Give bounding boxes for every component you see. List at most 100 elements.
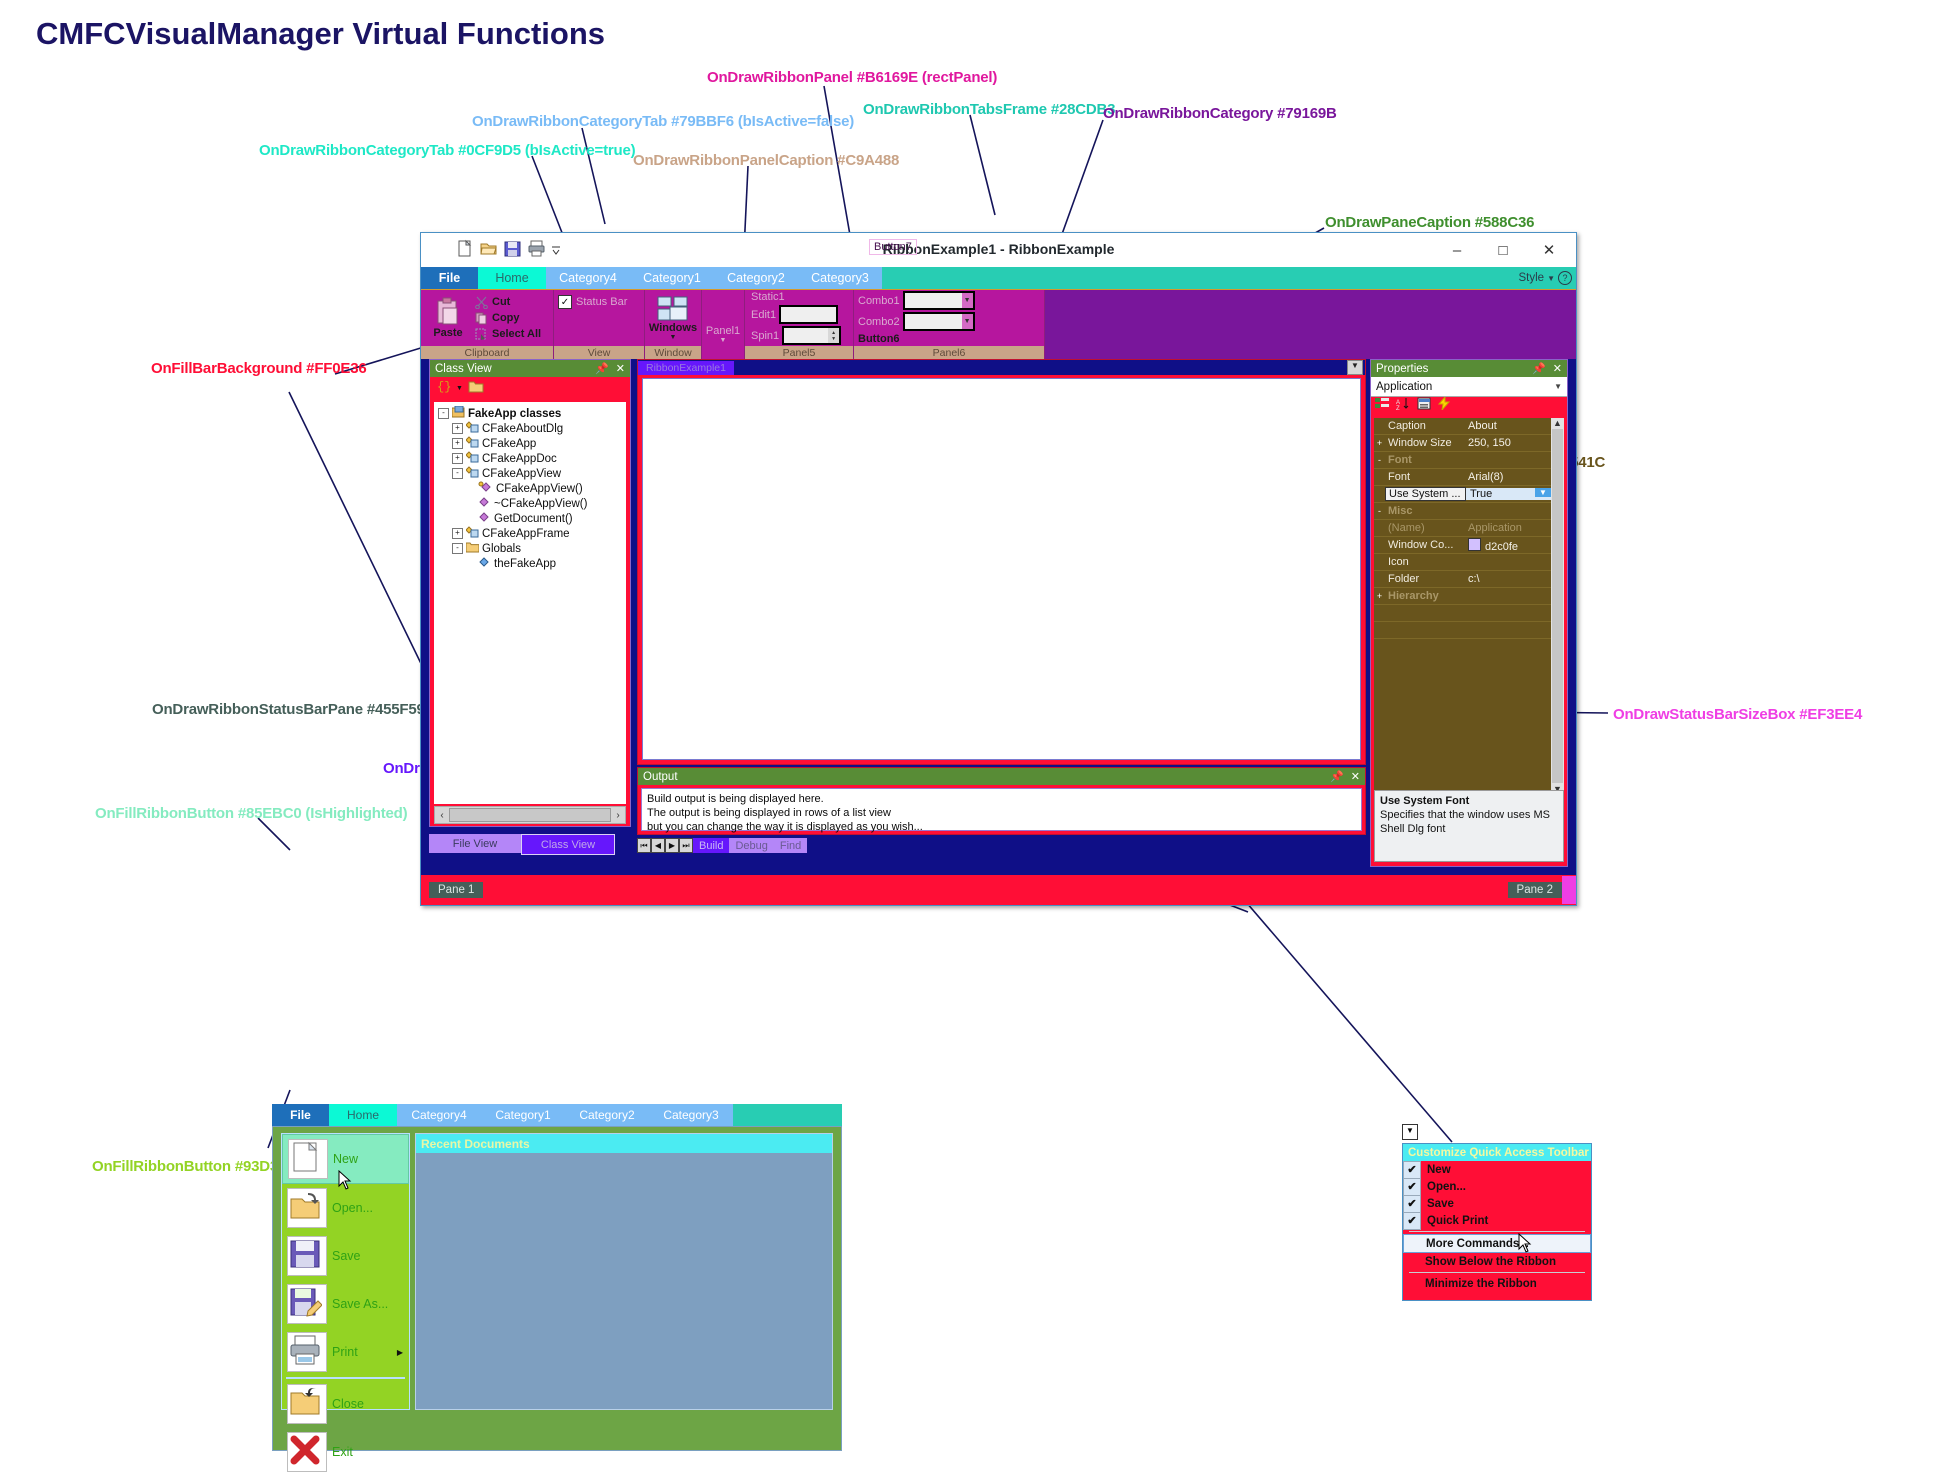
qat-check-item-open[interactable]: ✔ Open...	[1403, 1177, 1591, 1196]
fm-tab-category1[interactable]: Category1	[481, 1104, 565, 1126]
window-panel-body[interactable]: Windows ▼	[645, 290, 701, 346]
previous-icon[interactable]: ◀	[651, 838, 665, 853]
ribbon-tab-category1[interactable]: Category1	[630, 267, 714, 289]
file-menu-item-save[interactable]: Save	[282, 1232, 409, 1280]
tab-find[interactable]: Find	[773, 838, 808, 853]
chevron-down-icon[interactable]: ▼	[1554, 382, 1567, 391]
tree-item[interactable]: + CFakeAppDoc	[438, 451, 626, 466]
maximize-icon[interactable]: □	[1480, 235, 1526, 265]
file-menu-item-list[interactable]: New Open... Save Save As... Print ▶ Close Exit	[281, 1133, 410, 1472]
checkbox-checked-icon[interactable]: ✔	[1403, 1177, 1421, 1196]
mdi-tab-dropdown-icon[interactable]: ▼	[1347, 360, 1363, 375]
ribbon-tab-category4[interactable]: Category4	[546, 267, 630, 289]
property-value[interactable]: 250, 150	[1464, 437, 1551, 449]
mdi-tab-ribbonexample1[interactable]: RibbonExample1	[638, 360, 734, 375]
tree-item[interactable]: - CFakeAppView	[438, 466, 626, 481]
file-menu-item-saveas[interactable]: Save As...	[282, 1280, 409, 1328]
close-icon[interactable]: ✕	[1553, 362, 1562, 375]
property-value[interactable]: d2c0fe	[1464, 537, 1551, 553]
property-value[interactable]: True ▼	[1466, 488, 1551, 500]
expand-icon[interactable]: +	[452, 453, 463, 464]
property-row[interactable]: + Hierarchy	[1374, 588, 1551, 605]
chevron-down-icon[interactable]: ▼	[670, 334, 677, 341]
property-row[interactable]: Folder c:\	[1374, 571, 1551, 588]
collapse-icon[interactable]: -	[452, 468, 463, 479]
alphabetic-icon[interactable]: AZ	[1396, 397, 1410, 415]
properties-object-selector[interactable]: Application ▼	[1371, 377, 1567, 397]
last-icon[interactable]: ⏭	[679, 838, 693, 853]
button6-label[interactable]: Button6	[858, 333, 900, 345]
collapse-icon[interactable]: -	[1374, 455, 1385, 465]
minimize-icon[interactable]: –	[1434, 235, 1480, 265]
folder-icon[interactable]	[468, 379, 484, 398]
panel1-body[interactable]: Panel1 ▼	[702, 290, 744, 346]
scroll-thumb[interactable]	[449, 808, 611, 822]
property-row[interactable]: Icon	[1374, 554, 1551, 571]
tree-item[interactable]: - FakeApp classes	[438, 405, 626, 421]
status-bar-size-box[interactable]	[1562, 876, 1576, 904]
checkbox-checked-icon[interactable]: ✔	[1403, 1160, 1421, 1179]
ribbon-tab-category3[interactable]: Category3	[798, 267, 882, 289]
expand-icon[interactable]: +	[452, 438, 463, 449]
mdi-tab-row[interactable]: RibbonExample1 ▼	[638, 360, 1365, 375]
chevron-down-icon[interactable]: ▼	[1547, 274, 1555, 283]
class-braces-icon[interactable]: {}	[436, 378, 451, 398]
output-bottom-tabs[interactable]: ⏮ ◀ ▶ ⏭ Build Debug Find	[637, 837, 808, 854]
fm-tab-category4[interactable]: Category4	[397, 1104, 481, 1126]
property-row[interactable]: Font Arial(8)	[1374, 469, 1551, 486]
pin-icon[interactable]: 📌	[1330, 770, 1344, 783]
qat-dropdown-handle[interactable]: ▼	[1402, 1124, 1418, 1140]
scroll-thumb[interactable]	[1552, 429, 1563, 783]
tree-item[interactable]: GetDocument()	[438, 511, 626, 526]
property-pages-icon[interactable]	[1417, 397, 1431, 415]
qat-menu-items[interactable]: ✔ New ✔ Open... ✔ Save ✔ Quick Print More Comman…	[1403, 1160, 1591, 1292]
ribbon-tab-strip[interactable]: File Home Category4 Category1 Category2 …	[421, 267, 1576, 289]
property-row[interactable]: + Window Size 250, 150	[1374, 435, 1551, 452]
property-row[interactable]: - Font	[1374, 452, 1551, 469]
dropdown-arrow-icon[interactable]: ▼	[456, 385, 463, 392]
next-icon[interactable]: ▶	[665, 838, 679, 853]
close-icon[interactable]: ✕	[616, 362, 625, 375]
fm-tab-category3[interactable]: Category3	[649, 1104, 733, 1126]
spinner-arrows-icon[interactable]: ▲ ▼	[828, 328, 840, 343]
chevron-down-icon[interactable]: ▼	[720, 337, 727, 344]
property-value[interactable]: Application	[1464, 522, 1551, 534]
button7-button[interactable]: Button7	[869, 239, 917, 255]
tree-item[interactable]: theFakeApp	[438, 556, 626, 571]
scroll-up-icon[interactable]: ▲	[1553, 418, 1562, 428]
help-icon[interactable]: ?	[1558, 271, 1572, 285]
qat-check-item-new[interactable]: ✔ New	[1403, 1160, 1591, 1179]
fm-tab-file[interactable]: File	[272, 1104, 329, 1126]
events-icon[interactable]	[1437, 395, 1451, 415]
property-row[interactable]: Use System ... True ▼	[1374, 486, 1551, 503]
scroll-left-icon[interactable]: ‹	[435, 810, 449, 821]
property-row[interactable]: - Misc	[1374, 503, 1551, 520]
expand-icon[interactable]: +	[452, 528, 463, 539]
property-row[interactable]	[1374, 622, 1551, 639]
class-view-bottom-tabs[interactable]: File View Class View	[429, 834, 629, 855]
close-icon[interactable]: ✕	[1351, 770, 1360, 783]
pin-icon[interactable]: 📌	[1532, 362, 1546, 375]
property-value[interactable]: Arial(8)	[1464, 471, 1551, 483]
pin-icon[interactable]: 📌	[595, 362, 609, 375]
cut-button[interactable]: Cut	[475, 296, 541, 309]
class-view-toolbar[interactable]: {} ▼	[430, 377, 630, 399]
checkbox-checked-icon[interactable]: ✔	[1403, 1194, 1421, 1213]
combo2-input[interactable]: ▼	[902, 312, 975, 331]
qat-command-item-showbelowtheribbon[interactable]: Show Below the Ribbon	[1403, 1253, 1591, 1270]
tab-build[interactable]: Build	[693, 838, 730, 853]
scroll-right-icon[interactable]: ›	[611, 810, 625, 821]
tab-class-view[interactable]: Class View	[521, 834, 615, 855]
copy-button[interactable]: Copy	[475, 312, 541, 325]
expand-icon[interactable]: +	[452, 423, 463, 434]
ribbon-tab-file[interactable]: File	[421, 267, 478, 289]
tab-debug[interactable]: Debug	[729, 838, 774, 853]
property-row[interactable]: (Name) Application	[1374, 520, 1551, 537]
file-menu-tab-strip[interactable]: File Home Category4 Category1 Category2 …	[272, 1104, 842, 1126]
qat-check-item-quickprint[interactable]: ✔ Quick Print	[1403, 1211, 1591, 1230]
properties-toolbar[interactable]: AZ	[1371, 395, 1567, 415]
collapse-icon[interactable]: -	[1374, 506, 1385, 516]
chevron-down-icon[interactable]: ▼	[961, 314, 973, 329]
property-row[interactable]: Window Co... d2c0fe	[1374, 537, 1551, 554]
combo1-input[interactable]: ▼	[902, 291, 975, 310]
